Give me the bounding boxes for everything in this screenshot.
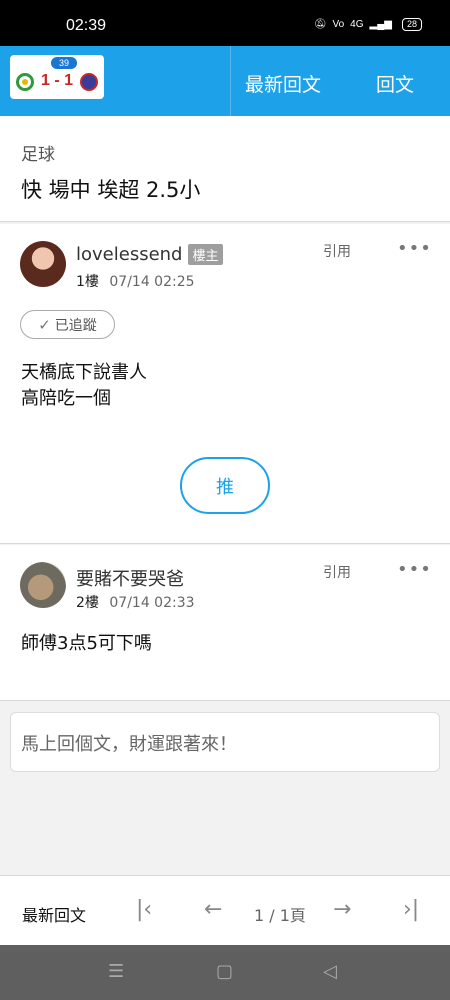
status-time: 02:39 [66, 17, 107, 34]
reply-button[interactable]: 回文 [376, 70, 414, 97]
android-nav-bar: ☰ ▢ ◁ [0, 945, 450, 1000]
post-floor: 1樓 [76, 274, 99, 290]
author-name[interactable]: 要賭不要哭爸 [76, 565, 184, 591]
score-card[interactable]: 39 1 - 1 [10, 55, 104, 99]
first-page-icon[interactable]: |‹ [136, 897, 152, 922]
post-body: 師傅3点5可下嗎 [21, 631, 152, 657]
home-icon[interactable]: ▢ [216, 961, 233, 982]
post-time: 07/14 02:25 [109, 274, 195, 290]
push-button[interactable]: 推 [180, 457, 270, 514]
more-options-icon[interactable]: ••• [397, 559, 432, 580]
topic-category[interactable]: 足球 [21, 140, 55, 165]
post-body-line: 天橋底下說書人 [21, 362, 147, 383]
topic-header: 足球 快 場中 埃超 2.5小 [0, 116, 450, 222]
page-indicator[interactable]: 1 / 1頁 [254, 902, 306, 926]
tracked-button[interactable]: ✓ 已追蹤 [20, 310, 115, 339]
more-options-icon[interactable]: ••• [397, 238, 432, 259]
volte-icon: Vo [332, 19, 345, 30]
post-author: 要賭不要哭爸 [76, 565, 184, 591]
post-body-line: 師傅3点5可下嗎 [21, 633, 152, 654]
status-bar: 02:39 🔕︎ Vo 4G ▂▄▆ 28 [0, 0, 450, 46]
back-icon[interactable]: ◁ [323, 961, 337, 982]
post-meta: 1樓 07/14 02:25 [76, 271, 195, 291]
post-author: lovelessend 樓主 [76, 244, 223, 265]
post-floor: 2樓 [76, 595, 99, 611]
avatar[interactable] [20, 241, 66, 287]
mute-icon: 🔕︎ [313, 19, 327, 30]
post-2: 要賭不要哭爸 2樓 07/14 02:33 引用 ••• 師傅3点5可下嗎 [0, 545, 450, 701]
score-count-badge: 39 [51, 57, 78, 69]
author-name[interactable]: lovelessend [76, 244, 182, 265]
quote-button[interactable]: 引用 [323, 562, 351, 582]
pager-bar: 最新回文 |‹ ← 1 / 1頁 → ›| [0, 875, 450, 945]
last-page-icon[interactable]: ›| [403, 897, 419, 922]
post-body: 天橋底下說書人 高陪吃一個 [21, 360, 147, 412]
check-icon: ✓ [38, 315, 51, 334]
home-team-logo-icon [16, 73, 34, 91]
arrow-right-icon[interactable]: → [333, 897, 351, 922]
top-bar: 39 1 - 1 最新回文 回文 [0, 46, 450, 116]
op-badge: 樓主 [188, 244, 223, 265]
status-icons: 🔕︎ Vo 4G ▂▄▆ 28 [314, 18, 422, 31]
battery-icon: 28 [401, 18, 422, 31]
post-time: 07/14 02:33 [109, 595, 195, 611]
post-meta: 2樓 07/14 02:33 [76, 592, 195, 612]
signal-icon: ▂▄▆ [369, 19, 392, 30]
tracked-label: 已追蹤 [54, 317, 97, 334]
arrow-left-icon[interactable]: ← [204, 897, 222, 922]
match-score: 1 - 1 [40, 72, 73, 89]
topic-title: 快 場中 埃超 2.5小 [21, 178, 201, 202]
quote-button[interactable]: 引用 [323, 241, 351, 261]
top-divider [230, 46, 231, 116]
menu-icon[interactable]: ☰ [108, 961, 124, 982]
signal-label: 4G [350, 19, 364, 30]
pager-latest-button[interactable]: 最新回文 [22, 902, 86, 926]
post-body-line: 高陪吃一個 [21, 388, 111, 409]
avatar[interactable] [20, 562, 66, 608]
away-team-logo-icon [80, 73, 98, 91]
latest-replies-button[interactable]: 最新回文 [245, 70, 321, 97]
reply-input[interactable]: 馬上回個文，財運跟著來！ [10, 712, 440, 772]
post-1: lovelessend 樓主 1樓 07/14 02:25 引用 ••• ✓ 已… [0, 224, 450, 544]
